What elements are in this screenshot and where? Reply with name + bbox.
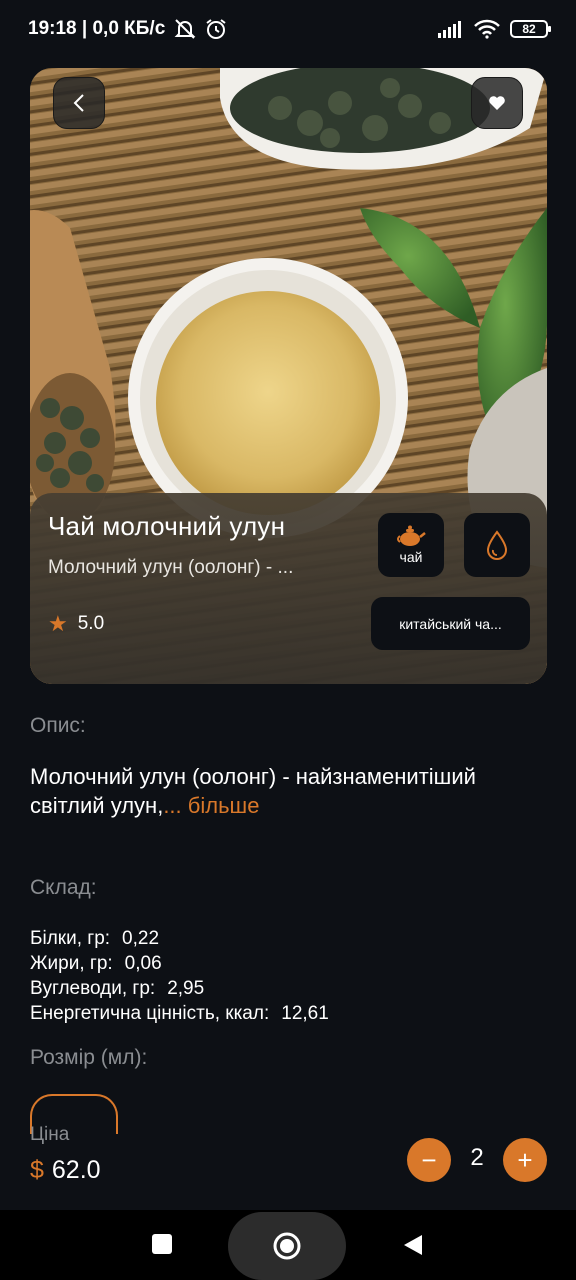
product-subtitle: Молочний улун (оолонг) - ...: [48, 557, 294, 578]
composition-label: Склад:: [30, 876, 97, 899]
back-triangle-icon[interactable]: [402, 1233, 424, 1257]
status-right: 82: [438, 19, 551, 39]
status-left: 19:18 | 0,0 КБ/с: [28, 18, 227, 40]
increase-quantity-button[interactable]: +: [503, 1138, 547, 1182]
teapot-icon: [397, 525, 426, 546]
price-label: Ціна: [30, 1124, 70, 1145]
plus-icon: +: [517, 1144, 533, 1175]
heart-icon: [489, 96, 505, 110]
composition-row-protein: Білки, гр: 0,22: [30, 926, 329, 951]
chevron-left-icon: [73, 94, 84, 112]
product-title: Чай молочний улун: [48, 511, 286, 541]
battery-level: 82: [522, 22, 536, 36]
status-bar: 19:18 | 0,0 КБ/с 82: [0, 0, 576, 58]
recents-button[interactable]: [152, 1234, 172, 1254]
favorite-button[interactable]: [471, 77, 523, 129]
category-chip-label: чай: [399, 549, 423, 565]
minus-icon: −: [421, 1144, 437, 1175]
wifi-icon: [474, 19, 500, 39]
composition-value: 0,06: [124, 953, 162, 974]
size-label: Розмір (мл):: [30, 1046, 148, 1069]
more-link[interactable]: ... більше: [163, 793, 259, 818]
description-text: Молочний улун (оолонг) - найзнаменитіший…: [30, 762, 550, 820]
back-button[interactable]: [53, 77, 105, 129]
composition-name: Жири, гр:: [30, 953, 113, 974]
composition-name: Білки, гр:: [30, 928, 111, 949]
quantity-value: 2: [470, 1144, 484, 1171]
mute-notification-icon: [174, 19, 196, 39]
composition-row-carbs: Вуглеводи, гр: 2,95: [30, 976, 329, 1001]
composition-name: Вуглеводи, гр:: [30, 978, 156, 999]
decrease-quantity-button[interactable]: −: [407, 1138, 451, 1182]
water-drop-icon: [486, 530, 508, 560]
composition-value: 12,61: [281, 1003, 329, 1024]
price-value: 62.0: [51, 1156, 101, 1184]
rating: ★ 5.0: [48, 611, 104, 637]
description-label: Опис:: [30, 714, 86, 737]
composition-row-fat: Жири, гр: 0,06: [30, 951, 329, 976]
alarm-icon: [206, 19, 226, 39]
star-icon: ★: [48, 611, 68, 636]
product-info-panel: Чай молочний улун Молочний улун (оолонг)…: [30, 493, 547, 684]
battery-icon: 82: [510, 20, 551, 38]
product-hero: Чай молочний улун Молочний улун (оолонг)…: [30, 68, 547, 684]
drop-chip[interactable]: [464, 513, 530, 577]
rating-value: 5.0: [77, 613, 105, 634]
composition-name: Енергетична цінність, ккал:: [30, 1003, 270, 1024]
status-time: 19:18 | 0,0 КБ/с: [28, 18, 166, 39]
region-chip[interactable]: китайський ча...: [371, 597, 530, 650]
composition-value: 2,95: [167, 978, 205, 999]
home-button[interactable]: [228, 1212, 346, 1280]
category-chip[interactable]: чай: [378, 513, 444, 577]
composition-row-energy: Енергетична цінність, ккал: 12,61: [30, 1001, 329, 1026]
composition-list: Білки, гр: 0,22 Жири, гр: 0,06 Вуглеводи, …: [30, 926, 329, 1026]
home-circle-icon: [273, 1232, 301, 1260]
price: $ 62.0: [30, 1156, 101, 1185]
region-chip-label: китайський ча...: [399, 615, 502, 632]
composition-value: 0,22: [122, 928, 160, 949]
signal-icon: [438, 21, 461, 38]
system-nav-bar: [0, 1210, 576, 1280]
currency-symbol: $: [30, 1156, 44, 1184]
